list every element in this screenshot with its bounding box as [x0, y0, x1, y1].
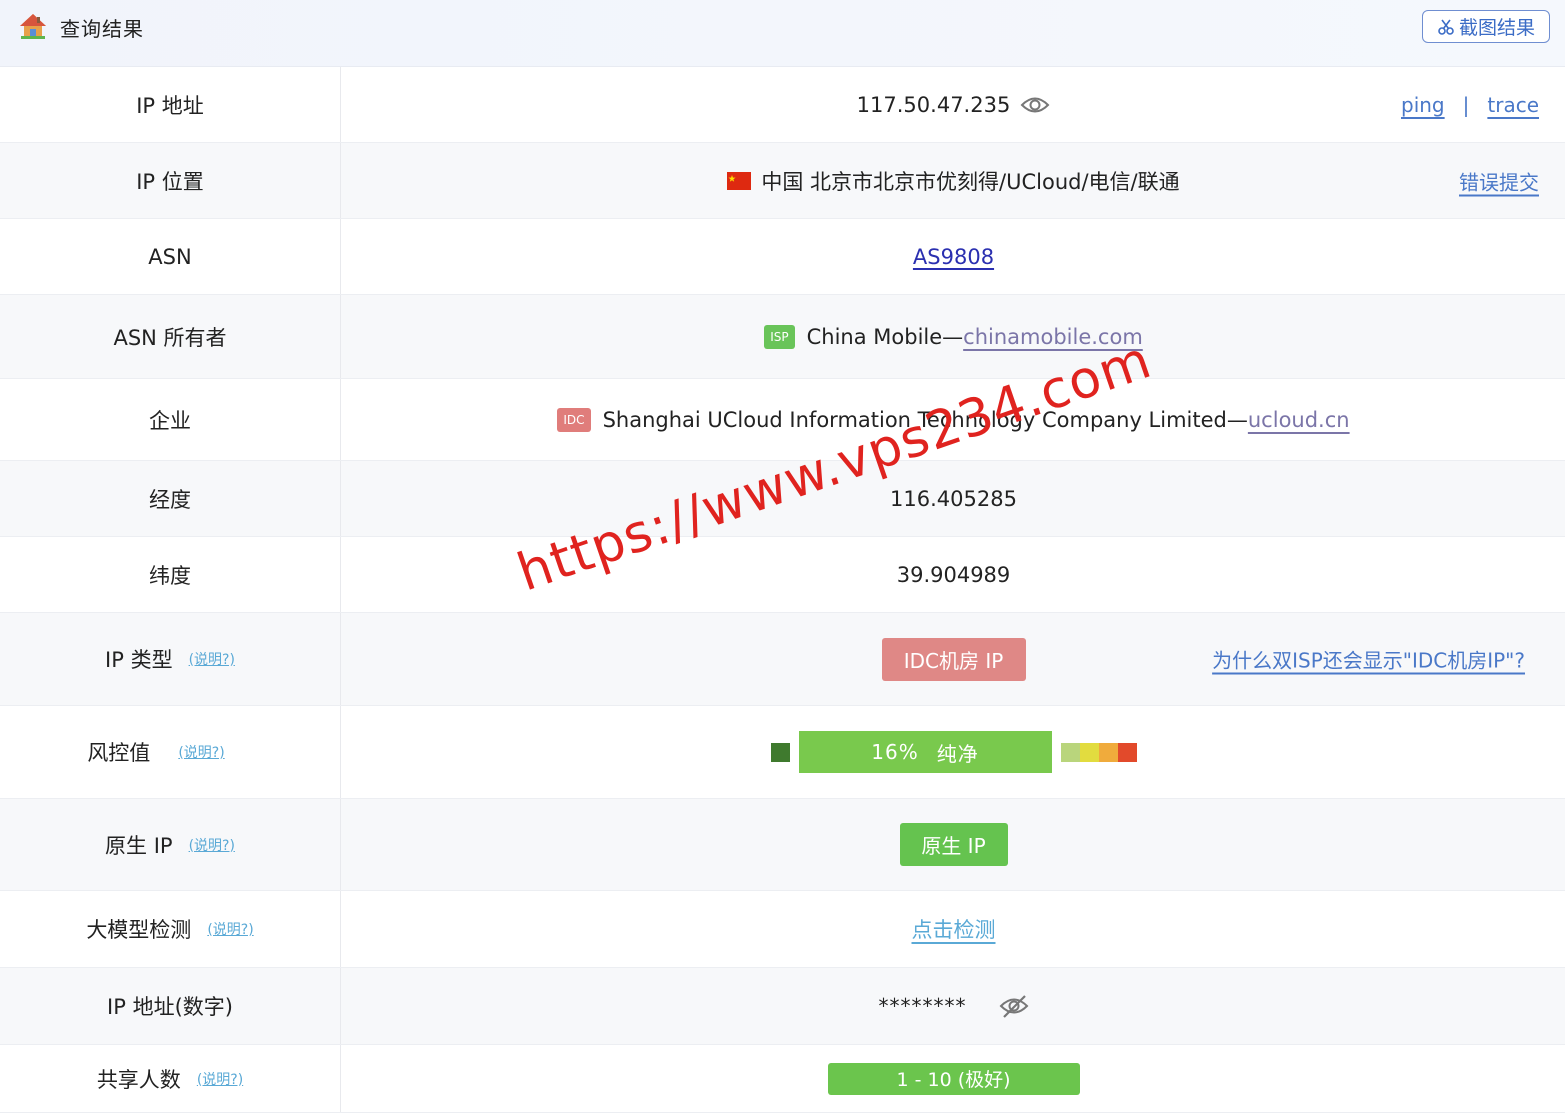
ip-type-label: IP 类型: [105, 648, 173, 672]
row-label: 经度: [0, 461, 341, 536]
link-separator: |: [1462, 92, 1470, 117]
ping-link[interactable]: ping: [1401, 93, 1445, 117]
screenshot-button[interactable]: 截图结果: [1422, 10, 1550, 43]
row-label: 企业: [0, 379, 341, 460]
native-ip-badge: 原生 IP: [899, 823, 1008, 866]
row-value: ********: [342, 968, 1565, 1044]
row-label: ASN: [0, 219, 341, 294]
page-title: 查询结果: [60, 17, 144, 41]
row-value: 117.50.47.235: [342, 67, 1565, 142]
asn-link[interactable]: AS9808: [913, 245, 994, 269]
row-value: 原生 IP: [342, 799, 1565, 890]
row-llm: 大模型检测 (说明?) 点击检测: [0, 891, 1565, 968]
row-label: 共享人数 (说明?): [0, 1045, 341, 1112]
row-company: 企业 IDC Shanghai UCloud Information Techn…: [0, 379, 1565, 461]
scissors-icon: [1438, 19, 1454, 35]
risk-scale-step: [1079, 742, 1099, 762]
risk-level-indicator: [770, 742, 790, 762]
risk-percent: 16%: [871, 740, 919, 764]
risk-scale: [1060, 742, 1137, 762]
native-help-link[interactable]: (说明?): [189, 835, 235, 855]
row-value: IDC Shanghai UCloud Information Technolo…: [342, 379, 1565, 460]
row-asn: ASN AS9808: [0, 219, 1565, 295]
ping-trace-links: ping | trace: [1401, 93, 1539, 117]
asn-owner-domain-link[interactable]: chinamobile.com: [963, 325, 1143, 349]
row-ip-numeric: IP 地址(数字) ********: [0, 968, 1565, 1045]
row-label: IP 类型 (说明?): [0, 613, 341, 705]
native-label: 原生 IP: [105, 833, 173, 858]
latitude-value: 39.904989: [896, 562, 1011, 587]
idc-tag: IDC: [557, 407, 591, 432]
company-domain-link[interactable]: ucloud.cn: [1248, 408, 1350, 432]
company-name: Shanghai UCloud Information Technology C…: [602, 407, 1248, 432]
row-shared: 共享人数 (说明?) 1 - 10 (极好): [0, 1045, 1565, 1113]
location-value: 中国 北京市北京市优刻得/UCloud/电信/联通: [761, 169, 1180, 194]
row-value: AS9808: [342, 219, 1565, 294]
ip-numeric-masked: ********: [878, 994, 967, 1018]
home-icon: [20, 14, 46, 39]
ip-value: 117.50.47.235: [856, 92, 1011, 117]
asn-owner-name: China Mobile—: [806, 324, 964, 349]
report-error-link[interactable]: 错误提交: [1459, 166, 1539, 195]
risk-meter: 16% 纯净: [770, 731, 1137, 773]
risk-level-text: 纯净: [936, 741, 979, 766]
shared-help-link[interactable]: (说明?): [197, 1069, 243, 1089]
row-latitude: 纬度 39.904989: [0, 537, 1565, 613]
row-label: 风控值 (说明?): [0, 706, 341, 798]
eye-icon[interactable]: [1020, 94, 1050, 116]
china-flag-icon: [727, 171, 752, 190]
row-value: 39.904989: [342, 537, 1565, 612]
risk-help-link[interactable]: (说明?): [178, 742, 224, 762]
trace-link[interactable]: trace: [1487, 93, 1539, 117]
row-asn-owner: ASN 所有者 ISP China Mobile— chinamobile.co…: [0, 295, 1565, 379]
ip-type-why-label: 为什么双ISP还会显示"IDC机房IP"?: [1212, 648, 1525, 673]
row-label: 纬度: [0, 537, 341, 612]
longitude-value: 116.405285: [890, 486, 1017, 511]
llm-label: 大模型检测: [86, 918, 192, 942]
row-ip: IP 地址 117.50.47.235 ping | trace: [0, 67, 1565, 143]
row-value: 116.405285: [342, 461, 1565, 536]
ip-type-badge: IDC机房 IP: [881, 637, 1026, 681]
risk-scale-step: [1098, 742, 1118, 762]
row-risk: 风控值 (说明?) 16% 纯净: [0, 706, 1565, 799]
row-label: IP 地址(数字): [0, 968, 341, 1044]
ip-type-help-link[interactable]: (说明?): [189, 649, 235, 669]
row-value: 中国 北京市北京市优刻得/UCloud/电信/联通: [342, 143, 1565, 218]
row-value: 点击检测: [342, 891, 1565, 967]
ip-type-why-link[interactable]: 为什么双ISP还会显示"IDC机房IP"?: [1212, 645, 1525, 674]
risk-scale-step: [1117, 742, 1137, 762]
screenshot-button-label: 截图结果: [1458, 17, 1535, 39]
row-ip-type: IP 类型 (说明?) IDC机房 IP 为什么双ISP还会显示"IDC机房IP…: [0, 613, 1565, 706]
report-error-label: 错误提交: [1459, 170, 1539, 194]
risk-bar: 16% 纯净: [798, 731, 1052, 773]
row-label: ASN 所有者: [0, 295, 341, 378]
shared-users-badge: 1 - 10 (极好): [827, 1062, 1080, 1095]
result-header: 查询结果 截图结果: [0, 0, 1565, 67]
risk-label: 风控值: [87, 741, 151, 765]
llm-detect-link[interactable]: 点击检测: [912, 914, 996, 944]
row-label: 大模型检测 (说明?): [0, 891, 341, 967]
row-native: 原生 IP (说明?) 原生 IP: [0, 799, 1565, 891]
row-value: 1 - 10 (极好): [342, 1045, 1565, 1112]
risk-scale-step: [1060, 742, 1080, 762]
isp-tag: ISP: [764, 324, 795, 349]
shared-label: 共享人数: [96, 1067, 181, 1092]
llm-help-link[interactable]: (说明?): [207, 919, 253, 939]
row-label: 原生 IP (说明?): [0, 799, 341, 890]
row-location: IP 位置 中国 北京市北京市优刻得/UCloud/电信/联通 错误提交: [0, 143, 1565, 219]
row-label: IP 地址: [0, 67, 341, 142]
row-value: ISP China Mobile— chinamobile.com: [342, 295, 1565, 378]
eye-off-icon[interactable]: [999, 993, 1029, 1019]
row-label: IP 位置: [0, 143, 341, 218]
row-value: 16% 纯净: [342, 706, 1565, 798]
row-longitude: 经度 116.405285: [0, 461, 1565, 537]
